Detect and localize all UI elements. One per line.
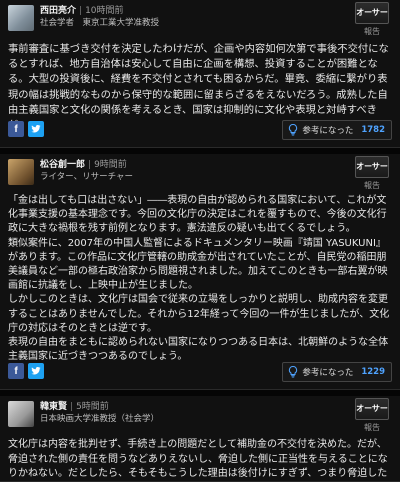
comment-footer: f 参考になった 1229 [8, 359, 392, 385]
avatar[interactable] [8, 5, 34, 31]
author-meta: 松谷創一郎 | 9時間前 ライター、リサーチャー [40, 159, 133, 183]
share-buttons: f [8, 121, 44, 137]
author-role: ライター、リサーチャー [40, 172, 133, 182]
lightbulb-icon [289, 366, 298, 378]
comment-footer: f 参考になった 1782 [8, 117, 392, 143]
author-name[interactable]: 松谷創一郎 [40, 160, 85, 170]
comment-header: 西田亮介 | 10時間前 社会学者 東京工業大学准教授 オーサー 報告 [8, 2, 392, 36]
facebook-share-button[interactable]: f [8, 363, 24, 379]
comment-feed: 西田亮介 | 10時間前 社会学者 東京工業大学准教授 オーサー 報告 事前審査に基… [0, 0, 400, 482]
helpful-count: 1229 [361, 367, 385, 377]
timestamp: 9時間前 [94, 160, 127, 170]
facebook-share-button[interactable]: f [8, 121, 24, 137]
avatar[interactable] [8, 401, 34, 427]
author-role: 日本映画大学准教授（社会学） [40, 414, 160, 424]
comment-header: 松谷創一郎 | 9時間前 ライター、リサーチャー オーサー 報告 [8, 156, 392, 190]
comment-text: 文化庁は内容を批判せず、手続き上の問題だとして補助金の不交付を決めた。だが、脅迫… [8, 439, 388, 479]
report-link[interactable]: 報告 [352, 180, 392, 191]
helpful-button[interactable]: 参考になった 1229 [282, 362, 392, 382]
facebook-icon: f [14, 123, 18, 135]
comment-card: 松谷創一郎 | 9時間前 ライター、リサーチャー オーサー 報告 「金は出しても口は… [0, 148, 400, 390]
helpful-label: 参考になった [302, 126, 354, 136]
twitter-icon [31, 125, 41, 133]
helpful-count: 1782 [361, 125, 385, 135]
author-badge: オーサー 報告 [352, 398, 392, 433]
separator: | [88, 160, 92, 170]
author-badge: オーサー 報告 [352, 2, 392, 37]
share-buttons: f [8, 363, 44, 379]
report-link[interactable]: 報告 [352, 26, 392, 37]
author-name[interactable]: 西田亮介 [40, 6, 76, 16]
comment-card: 西田亮介 | 10時間前 社会学者 東京工業大学准教授 オーサー 報告 事前審査に基… [0, 0, 400, 148]
comment-card: 韓東賢 | 5時間前 日本映画大学准教授（社会学） オーサー 報告 文化庁は内容を批… [0, 390, 400, 482]
helpful-label: 参考になった [302, 368, 354, 378]
separator: | [79, 6, 83, 16]
report-link[interactable]: 報告 [352, 422, 392, 433]
timestamp: 10時間前 [85, 6, 124, 16]
author-meta: 韓東賢 | 5時間前 日本映画大学准教授（社会学） [40, 401, 159, 425]
official-author-badge: オーサー [355, 156, 389, 178]
twitter-share-button[interactable] [28, 363, 44, 379]
official-author-badge: オーサー [355, 2, 389, 24]
separator: | [70, 402, 74, 412]
twitter-share-button[interactable] [28, 121, 44, 137]
lightbulb-icon [289, 124, 298, 136]
avatar[interactable] [8, 159, 34, 185]
official-author-badge: オーサー [355, 398, 389, 420]
comment-text: 「金は出しても口は出さない」――表現の自由が認められる国家において、これが文化事… [8, 195, 390, 363]
author-badge: オーサー 報告 [352, 156, 392, 191]
twitter-icon [31, 367, 41, 375]
timestamp: 5時間前 [76, 402, 109, 412]
facebook-icon: f [14, 365, 18, 377]
author-meta: 西田亮介 | 10時間前 社会学者 東京工業大学准教授 [40, 5, 159, 29]
author-name[interactable]: 韓東賢 [40, 402, 67, 412]
author-role: 社会学者 東京工業大学准教授 [40, 18, 160, 28]
comment-header: 韓東賢 | 5時間前 日本映画大学准教授（社会学） オーサー 報告 [8, 398, 392, 432]
helpful-button[interactable]: 参考になった 1782 [282, 120, 392, 140]
